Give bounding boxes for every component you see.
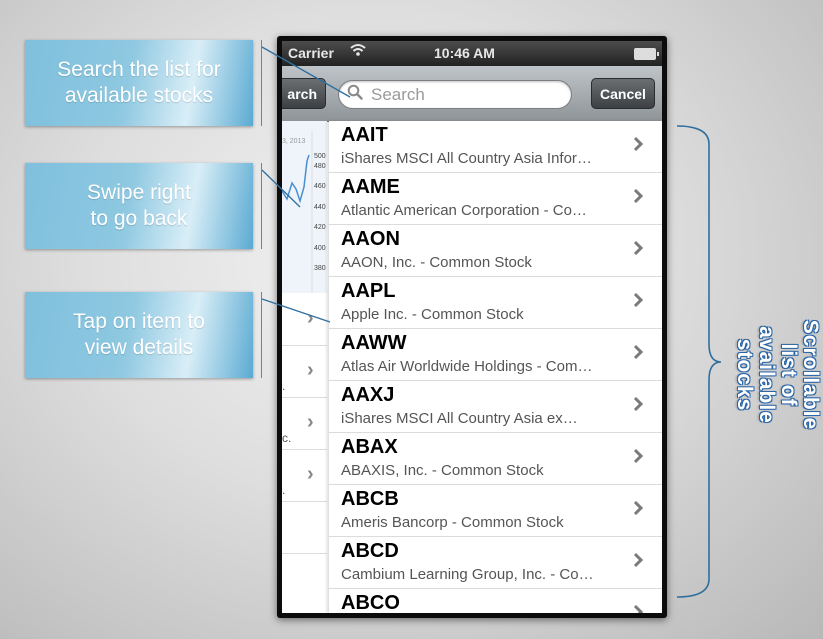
stock-name: ABAXIS, Inc. - Common Stock [341,462,544,479]
stock-name: iShares MSCI All Country Asia ex… [341,410,578,427]
list-item[interactable]: AAIT iShares MSCI All Country Asia Infor… [329,121,662,173]
y-tick: 380 [314,265,326,272]
stock-name: iShares MSCI All Country Asia Infor… [341,150,592,167]
previous-row[interactable]: c. › [282,397,327,450]
status-time: 10:46 AM [434,45,495,61]
list-item[interactable]: ABCD Cambium Learning Group, Inc. - Co… [329,537,662,589]
previous-row [282,501,327,554]
back-search-button-label: arch [287,85,317,102]
y-tick: 420 [314,224,326,231]
y-tick: 480 [314,162,326,170]
chevron-right-icon [633,552,644,568]
previous-chart-header: 3, 2013 [282,138,305,145]
cancel-button[interactable]: Cancel [591,78,655,109]
previous-row-fragment: . [282,379,286,393]
chevron-right-icon [633,136,644,152]
stock-symbol: ABCO [341,592,400,613]
list-item[interactable]: AAPL Apple Inc. - Common Stock [329,277,662,329]
chevron-right-icon [633,188,644,204]
callout-search-text: Search the list for available stocks [57,58,221,107]
chevron-right-icon [633,292,644,308]
stock-symbol: AAWW [341,332,407,354]
stock-name: Ameris Bancorp - Common Stock [341,514,564,531]
previous-row[interactable]: › [282,293,327,346]
list-item[interactable]: AAXJ iShares MSCI All Country Asia ex… [329,381,662,433]
scrollable-list-label: Scrollable list of available stocks [733,210,822,540]
stock-name: Atlas Air Worldwide Holdings - Com… [341,358,593,375]
chevron-right-icon: › [307,463,314,485]
callout-search: Search the list for available stocks [25,40,262,126]
status-bar: Carrier 10:46 AM [282,41,662,66]
list-item[interactable]: ABCO [329,589,662,613]
callout-swipe-text: Swipe right to go back [87,181,191,230]
cancel-button-label: Cancel [600,85,646,102]
previous-view[interactable]: 3, 2013 500 480 460 440 420 400 380 › . ›… [282,121,327,613]
previous-chart: 3, 2013 500 480 460 440 420 400 380 [282,121,327,293]
phone-frame: Carrier 10:46 AM arch Cancel 3, 2013 [277,36,667,618]
previous-row-fragment: c. [282,431,292,445]
chevron-right-icon: › [307,359,314,381]
callout-tap: Tap on item to view details [25,292,262,378]
stock-list[interactable]: AAIT iShares MSCI All Country Asia Infor…… [329,121,662,613]
stock-name: Apple Inc. - Common Stock [341,306,524,323]
stock-symbol: AAME [341,176,400,198]
carrier-label: Carrier [288,45,334,61]
phone-screen: Carrier 10:46 AM arch Cancel 3, 2013 [282,41,662,613]
previous-y-ticks: 500 480 460 440 420 400 380 [314,147,326,280]
stock-name: Cambium Learning Group, Inc. - Co… [341,566,594,583]
callout-tap-text: Tap on item to view details [73,310,205,359]
previous-row-fragment: . [282,483,286,497]
stock-symbol: ABAX [341,436,398,458]
scrollable-list-label-text: Scrollable list of available stocks [733,319,822,431]
callout-swipe: Swipe right to go back [25,163,262,249]
y-tick: 440 [314,203,326,211]
previous-row[interactable]: . › [282,345,327,398]
list-item[interactable]: AAON AAON, Inc. - Common Stock [329,225,662,277]
search-bar: arch Cancel [282,66,662,122]
stock-symbol: AAIT [341,124,388,146]
search-field[interactable] [338,80,572,109]
stock-symbol: ABCB [341,488,399,510]
battery-icon [634,48,659,60]
list-item[interactable]: AAME Atlantic American Corporation - Co… [329,173,662,225]
chevron-right-icon: › [307,411,314,433]
y-tick: 460 [314,183,326,190]
search-icon [347,84,363,105]
chevron-right-icon: › [307,307,314,329]
stock-symbol: AAON [341,228,400,250]
chevron-right-icon [633,240,644,256]
y-tick: 400 [314,244,326,252]
list-item[interactable]: AAWW Atlas Air Worldwide Holdings - Com… [329,329,662,381]
chevron-right-icon [633,344,644,360]
chevron-right-icon [633,396,644,412]
stock-symbol: AAPL [341,280,396,302]
back-search-button[interactable]: arch [282,78,326,109]
chevron-right-icon [633,448,644,464]
stock-name: AAON, Inc. - Common Stock [341,254,532,271]
list-item[interactable]: ABCB Ameris Bancorp - Common Stock [329,485,662,537]
list-item[interactable]: ABAX ABAXIS, Inc. - Common Stock [329,433,662,485]
chevron-right-icon [633,500,644,516]
list-brace [676,125,722,598]
previous-row[interactable]: . › [282,449,327,502]
stock-symbol: ABCD [341,540,399,562]
stock-symbol: AAXJ [341,384,395,406]
wifi-icon [350,43,366,60]
chevron-right-icon [633,604,644,613]
search-input[interactable] [369,83,563,106]
stock-name: Atlantic American Corporation - Co… [341,202,587,219]
